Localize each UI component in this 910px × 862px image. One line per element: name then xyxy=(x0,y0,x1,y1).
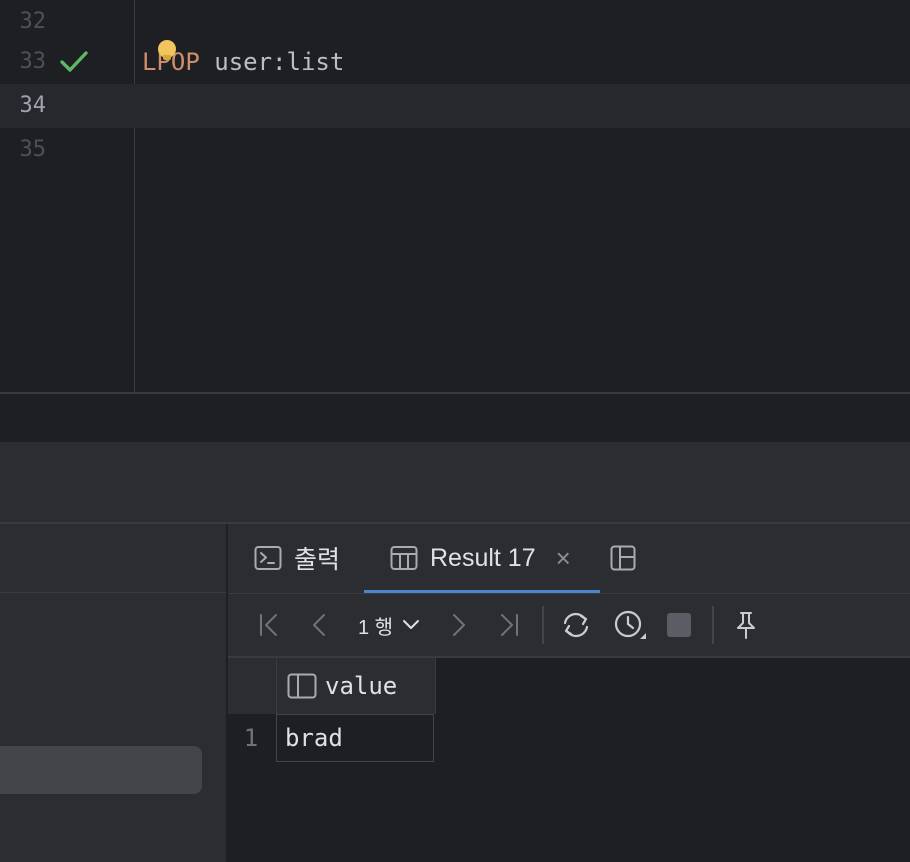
tab-result[interactable]: Result 17 × xyxy=(390,524,571,592)
code-line[interactable]: 32 xyxy=(0,0,910,44)
last-page-icon xyxy=(501,614,518,636)
tab-output-label: 출력 xyxy=(294,546,341,574)
command-argument: user:list xyxy=(214,48,345,76)
previous-page-button[interactable] xyxy=(306,608,332,642)
lightbulb-icon[interactable] xyxy=(158,40,176,60)
terminal-icon xyxy=(254,546,282,570)
code-line[interactable]: 33 LPOP user:list xyxy=(0,40,910,84)
code-line[interactable]: 35 xyxy=(0,128,910,172)
refresh-icon xyxy=(563,612,589,638)
history-button[interactable] xyxy=(610,608,650,642)
results-panel: 출력 Result 17 × 1 행 value 1 brad xyxy=(228,524,910,862)
line-number: 34 xyxy=(19,93,47,118)
pin-tab-button[interactable] xyxy=(732,608,760,642)
column-header-label: value xyxy=(325,672,398,700)
refresh-button[interactable] xyxy=(558,608,594,642)
stop-icon xyxy=(667,613,691,637)
line-number: 32 xyxy=(19,9,47,34)
chevron-left-icon xyxy=(313,614,325,636)
table-cell[interactable]: brad xyxy=(276,714,434,762)
line-number: 35 xyxy=(19,137,47,162)
stop-button[interactable] xyxy=(664,608,694,642)
results-toolbar: 1 행 xyxy=(228,594,910,656)
clock-icon xyxy=(614,610,646,639)
editor-footer xyxy=(0,394,910,442)
first-page-button[interactable] xyxy=(254,608,284,642)
toolbar-separator xyxy=(712,606,714,644)
chevron-down-icon xyxy=(403,620,420,629)
toolbar-separator xyxy=(542,606,544,644)
close-icon[interactable]: × xyxy=(556,543,571,574)
tab-output[interactable]: 출력 xyxy=(254,524,340,592)
result-grid[interactable]: value 1 brad xyxy=(228,658,910,862)
pin-icon xyxy=(737,612,755,639)
first-page-icon xyxy=(260,614,277,636)
page-size-dropdown[interactable]: 1 행 xyxy=(358,608,421,642)
row-number: 1 xyxy=(243,724,259,752)
layout-icon xyxy=(610,545,636,571)
line-number: 33 xyxy=(19,49,47,74)
check-icon xyxy=(60,51,88,72)
services-tree-panel xyxy=(0,524,226,862)
panel-header-divider xyxy=(0,592,226,593)
layout-toggle-button[interactable] xyxy=(610,524,648,592)
selected-tree-item[interactable] xyxy=(0,746,202,794)
grid-corner[interactable] xyxy=(228,658,276,714)
column-icon xyxy=(287,673,317,699)
code-editor[interactable]: 32 33 LPOP user:list 34 35 xyxy=(0,0,910,392)
tab-result-label: Result 17 xyxy=(430,543,536,572)
column-header-value[interactable]: value xyxy=(276,658,436,714)
chevron-right-icon xyxy=(453,614,465,636)
services-header-area xyxy=(0,442,910,522)
table-icon xyxy=(390,546,418,570)
code-line-current[interactable]: 34 xyxy=(0,84,910,128)
page-size-label: 1 행 xyxy=(358,616,394,639)
last-page-button[interactable] xyxy=(494,608,524,642)
next-page-button[interactable] xyxy=(446,608,472,642)
